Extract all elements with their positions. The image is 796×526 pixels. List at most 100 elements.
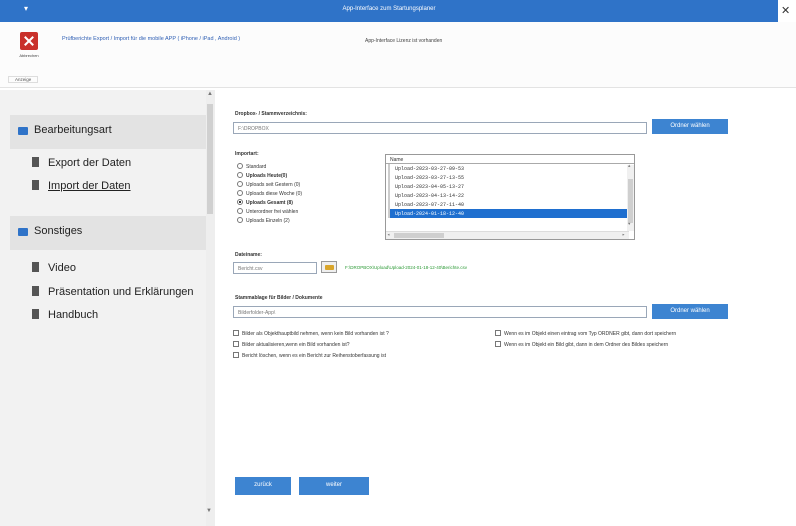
sidebar-item-label: Video bbox=[48, 262, 76, 274]
license-status: App-Interface Lizenz ist vorhanden bbox=[365, 38, 443, 44]
radio-label: Uploads diese Woche (0) bbox=[246, 191, 303, 197]
sidebar-item-label: Handbuch bbox=[48, 309, 99, 321]
checkbox[interactable] bbox=[233, 330, 239, 336]
radio-uploads-gestern[interactable]: Uploads seit Gestern (0) bbox=[237, 181, 300, 188]
list-item[interactable]: Upload-2023-03-27-09-53 bbox=[388, 164, 634, 173]
checkbox[interactable] bbox=[233, 352, 239, 358]
list-item[interactable]: Upload-2023-04-13-14-22 bbox=[388, 191, 634, 200]
dateiname-label: Dateiname: bbox=[235, 252, 262, 258]
list-horizontal-thumb[interactable] bbox=[394, 233, 444, 238]
upload-folder-list[interactable]: Name Upload-2023-03-27-09-53 Upload-2023… bbox=[385, 154, 635, 240]
main-panel: Dropbox- / Stammverzeichnis: F:\DROPBOX … bbox=[215, 90, 796, 526]
ribbon bbox=[0, 22, 796, 88]
radio-button[interactable] bbox=[237, 217, 243, 223]
list-vertical-thumb[interactable] bbox=[628, 179, 633, 223]
section-label: Bearbeitungsart bbox=[34, 124, 112, 136]
sidebar-scroll-thumb[interactable] bbox=[207, 104, 213, 214]
checkbox-label: Bilder als Objekthauptbild nehmen, wenn … bbox=[242, 331, 389, 337]
section-header-bearbeitungsart[interactable]: Bearbeitungsart bbox=[10, 115, 206, 149]
checkbox-bild-ordner-speichern[interactable]: Wenn es im Objekt ein Bild gibt, dann in… bbox=[495, 341, 668, 348]
checkbox-ordner-speichern[interactable]: Wenn es im Objekt einen eintrag vom Typ … bbox=[495, 330, 676, 337]
list-column-header[interactable]: Name bbox=[386, 155, 634, 164]
sidebar-item-praesentation[interactable]: Präsentation und Erklärungen bbox=[32, 286, 194, 298]
next-button[interactable]: weiter bbox=[299, 477, 369, 495]
sidebar-item-handbuch[interactable]: Handbuch bbox=[32, 309, 98, 321]
checkbox[interactable] bbox=[495, 330, 501, 336]
sidebar-item-label: Export der Daten bbox=[48, 157, 132, 169]
stammablage-folder-button[interactable]: Ordner wählen bbox=[652, 304, 728, 319]
radio-label: Standard bbox=[246, 164, 267, 170]
sidebar-item-import[interactable]: Import der Daten bbox=[32, 180, 131, 192]
sidebar-scrollbar[interactable]: ▲ bbox=[206, 90, 215, 526]
title-bar: ▾ App-Interface zum Startungsplaner ✕ bbox=[0, 0, 796, 22]
radio-label: Uploads Heute(0) bbox=[246, 173, 288, 179]
document-icon bbox=[32, 309, 39, 319]
checkbox[interactable] bbox=[495, 341, 501, 347]
scroll-up-icon[interactable]: ▲ bbox=[628, 165, 630, 169]
document-icon bbox=[32, 262, 39, 272]
window-close-icon[interactable]: ✕ bbox=[781, 4, 790, 17]
scroll-down-icon[interactable]: ▼ bbox=[206, 508, 212, 514]
sidebar-item-export[interactable]: Export der Daten bbox=[32, 157, 131, 169]
checkbox-label: Wenn es im Objekt einen eintrag vom Typ … bbox=[504, 331, 677, 337]
folder-open-icon[interactable] bbox=[321, 261, 337, 273]
list-horizontal-scrollbar[interactable]: ◂ ▸ bbox=[386, 231, 629, 239]
dateiname-field[interactable]: Bericht.csv bbox=[233, 262, 317, 274]
list-item-selected[interactable]: Upload-2024-01-18-12-40 bbox=[388, 209, 634, 218]
list-item[interactable]: Upload-2023-07-27-11-40 bbox=[388, 200, 634, 209]
sidebar-item-video[interactable]: Video bbox=[32, 262, 76, 274]
abbrechen-button[interactable]: Abbrechen bbox=[14, 32, 44, 70]
dropbox-path-field[interactable]: F:\DROPBOX bbox=[233, 122, 647, 134]
sidebar-item-label: Präsentation und Erklärungen bbox=[48, 286, 194, 298]
checkbox-label: Bericht löschen, wenn es ein Bericht zur… bbox=[242, 353, 386, 359]
dropbox-folder-button[interactable]: Ordner wählen bbox=[652, 119, 728, 134]
radio-uploads-heute[interactable]: Uploads Heute(0) bbox=[237, 172, 287, 179]
ribbon-heading: Prüfberichte Export / Import für die mob… bbox=[62, 36, 241, 42]
file-path-text: F:\DROPBOX\Upload\Upload-2024-01-18-12-4… bbox=[345, 265, 468, 270]
stammablage-label: Stammablage für Bilder / Dokumente bbox=[235, 295, 323, 301]
checkbox[interactable] bbox=[233, 341, 239, 347]
back-button[interactable]: zurück bbox=[235, 477, 291, 495]
close-icon bbox=[20, 32, 38, 50]
list-item[interactable]: Upload-2023-04-05-13-27 bbox=[388, 182, 634, 191]
section-header-sonstiges[interactable]: Sonstiges bbox=[10, 216, 206, 250]
radio-button[interactable] bbox=[237, 208, 243, 214]
radio-button[interactable] bbox=[237, 181, 243, 187]
list-item[interactable]: Upload-2023-03-27-13-55 bbox=[388, 173, 634, 182]
radio-uploads-gesamt[interactable]: Uploads Gesamt (8) bbox=[237, 199, 293, 206]
section-label: Sonstiges bbox=[34, 225, 83, 237]
window-title: App-Interface zum Startungsplaner bbox=[342, 6, 436, 12]
importart-label: Importart: bbox=[235, 151, 259, 157]
ribbon-group-label: Anzeige bbox=[8, 76, 39, 83]
folder-icon bbox=[18, 127, 28, 135]
document-icon bbox=[32, 157, 39, 167]
checkbox-objekthauptbild[interactable]: Bilder als Objekthauptbild nehmen, wenn … bbox=[233, 330, 389, 337]
checkbox-label: Bilder aktualisieren,wenn ein Bild vorha… bbox=[242, 342, 350, 348]
checkbox-bericht-loeschen[interactable]: Bericht löschen, wenn es ein Bericht zur… bbox=[233, 352, 386, 359]
radio-uploads-einzeln[interactable]: Uploads Einzeln (2) bbox=[237, 217, 290, 224]
sidebar: Bearbeitungsart Export der Daten Import … bbox=[0, 90, 210, 526]
list-vertical-scrollbar[interactable]: ▲ ▼ bbox=[627, 165, 634, 231]
document-icon bbox=[32, 286, 39, 296]
abbrechen-label: Abbrechen bbox=[19, 53, 39, 58]
scroll-down-icon[interactable]: ▼ bbox=[628, 223, 630, 227]
folder-icon bbox=[18, 228, 28, 236]
radio-button[interactable] bbox=[237, 172, 243, 178]
radio-label: Unterordner frei wählen bbox=[246, 209, 299, 215]
sidebar-item-label: Import der Daten bbox=[48, 180, 131, 192]
scroll-right-icon[interactable]: ▸ bbox=[622, 232, 625, 238]
checkbox-bilder-aktualisieren[interactable]: Bilder aktualisieren,wenn ein Bild vorha… bbox=[233, 341, 350, 348]
dropbox-label: Dropbox- / Stammverzeichnis: bbox=[235, 111, 307, 117]
radio-unterordner[interactable]: Unterordner frei wählen bbox=[237, 208, 298, 215]
scroll-up-icon[interactable]: ▲ bbox=[207, 91, 213, 97]
radio-standard[interactable]: Standard bbox=[237, 163, 266, 170]
document-icon bbox=[32, 180, 39, 190]
checkbox-label: Wenn es im Objekt ein Bild gibt, dann in… bbox=[504, 342, 669, 348]
radio-button[interactable] bbox=[237, 190, 243, 196]
radio-uploads-woche[interactable]: Uploads diese Woche (0) bbox=[237, 190, 302, 197]
scroll-left-icon[interactable]: ◂ bbox=[387, 232, 390, 238]
radio-label: Uploads Gesamt (8) bbox=[246, 200, 293, 206]
radio-button[interactable] bbox=[237, 163, 243, 169]
stammablage-path-field[interactable]: Bilderfolder-App\ bbox=[233, 306, 647, 318]
radio-button[interactable] bbox=[237, 199, 243, 205]
